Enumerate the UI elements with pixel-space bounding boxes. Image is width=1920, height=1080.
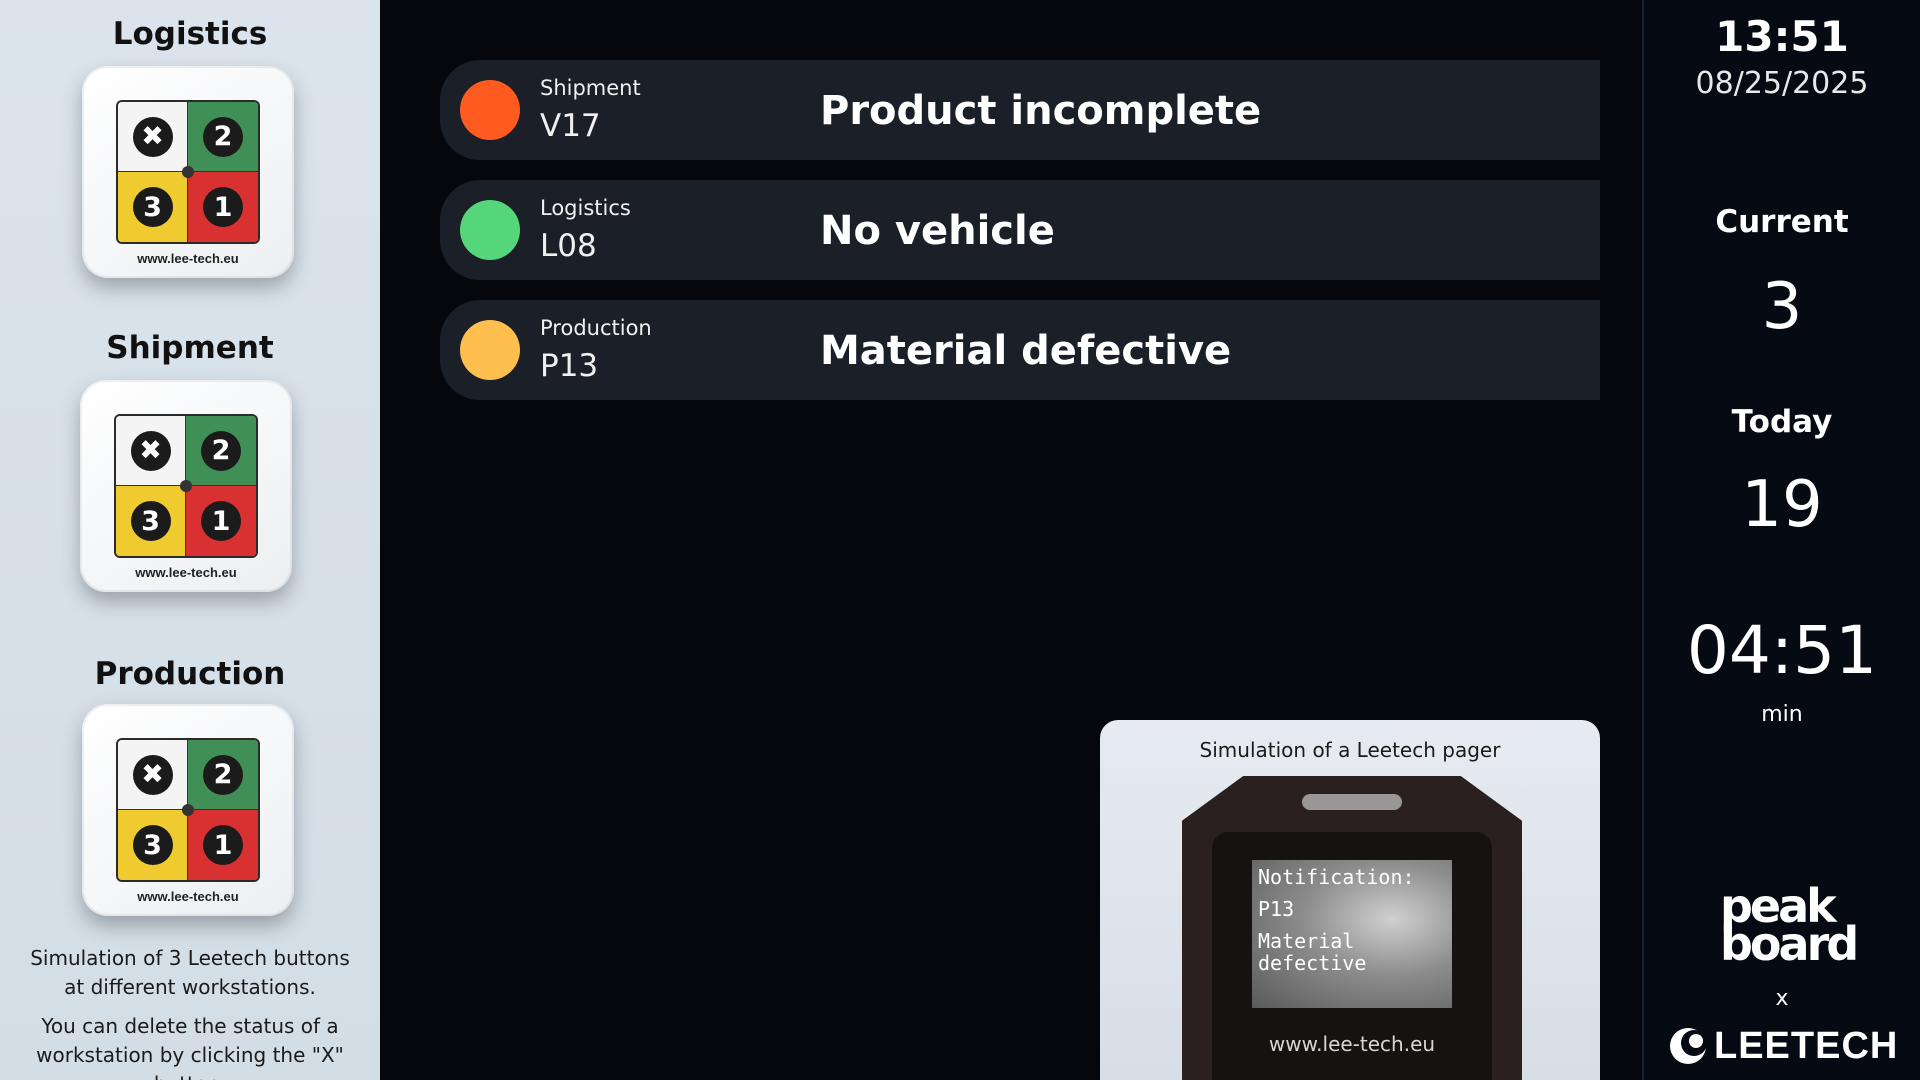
workstation-panel: Logistics ✖ 2 3 1 www.lee-tech.eu Shipme… xyxy=(0,0,380,1080)
station-title-logistics: Logistics xyxy=(112,16,268,52)
row-message: Product incomplete xyxy=(820,88,1262,134)
pager-screen-code: P13 xyxy=(1258,897,1295,921)
pager-url: www.lee-tech.eu xyxy=(1268,1032,1436,1056)
pager-screen: Notification: P13 Material defective xyxy=(1252,860,1452,1008)
button-2[interactable]: 2 xyxy=(186,416,256,486)
peakboard-logo: peak board xyxy=(1720,883,1859,971)
button-3[interactable]: 3 xyxy=(118,172,188,242)
device-url: www.lee-tech.eu xyxy=(137,251,239,266)
pager-simulation-card: Simulation of a Leetech pager Notificati… xyxy=(1100,720,1600,1080)
leetech-logo: LEETECH xyxy=(1668,1024,1908,1068)
dashboard: Logistics ✖ 2 3 1 www.lee-tech.eu Shipme… xyxy=(0,0,1920,1080)
button-3[interactable]: 3 xyxy=(116,486,186,556)
button-2[interactable]: 2 xyxy=(188,740,258,810)
button-2-label: 2 xyxy=(201,430,241,471)
device-url: www.lee-tech.eu xyxy=(135,565,237,580)
status-row[interactable]: Logistics L08 No vehicle xyxy=(440,180,1600,280)
pager-screen-message: Material defective xyxy=(1258,929,1367,975)
row-station: Production xyxy=(540,316,652,340)
row-message: Material defective xyxy=(820,328,1232,374)
simulation-note: Simulation of 3 Leetech buttons at diffe… xyxy=(30,946,350,999)
pager-screen-title: Notification: xyxy=(1258,865,1415,889)
station-title-production: Production xyxy=(94,656,286,692)
close-icon: ✖ xyxy=(132,116,173,157)
button-3-label: 3 xyxy=(130,501,171,541)
row-code: P13 xyxy=(540,348,599,384)
status-row[interactable]: Production P13 Material defective xyxy=(440,300,1600,400)
clear-button[interactable]: ✖ xyxy=(116,416,186,486)
button-3-label: 3 xyxy=(132,187,173,227)
status-dot xyxy=(460,320,520,380)
stats-sidebar: 13:51 08/25/2025 Current 3 Today 19 04:5… xyxy=(1642,0,1920,1080)
today-label: Today xyxy=(1731,404,1833,440)
clear-button[interactable]: ✖ xyxy=(118,102,188,172)
current-label: Current xyxy=(1715,204,1849,240)
pager-device: Notification: P13 Material defective www… xyxy=(1182,776,1522,1080)
brand-separator: x xyxy=(1775,986,1789,1011)
clear-button[interactable]: ✖ xyxy=(118,740,188,810)
button-1[interactable]: 1 xyxy=(188,172,258,242)
button-1-label: 1 xyxy=(203,187,243,227)
status-board: Shipment V17 Product incomplete Logistic… xyxy=(380,0,1640,1080)
clock-time: 13:51 xyxy=(1715,12,1849,61)
button-1[interactable]: 1 xyxy=(186,486,256,556)
center-dot xyxy=(182,166,194,178)
button-1-label: 1 xyxy=(201,501,241,541)
status-dot xyxy=(460,200,520,260)
row-code: L08 xyxy=(540,228,597,264)
row-code: V17 xyxy=(540,108,601,144)
close-icon: ✖ xyxy=(130,430,171,471)
today-count: 19 xyxy=(1741,468,1823,542)
button-3[interactable]: 3 xyxy=(118,810,188,880)
button-3-label: 3 xyxy=(132,825,173,865)
leetech-button-production[interactable]: ✖ 2 3 1 www.lee-tech.eu xyxy=(82,704,294,916)
row-message: No vehicle xyxy=(820,208,1055,254)
leetech-wordmark: LEETECH xyxy=(1714,1024,1899,1067)
status-dot xyxy=(460,80,520,140)
leetech-button-shipment[interactable]: ✖ 2 3 1 www.lee-tech.eu xyxy=(80,380,292,592)
close-icon: ✖ xyxy=(132,754,173,795)
current-count: 3 xyxy=(1761,270,1803,344)
pager-face: Notification: P13 Material defective www… xyxy=(1212,832,1492,1080)
device-url: www.lee-tech.eu xyxy=(137,889,239,904)
button-2-label: 2 xyxy=(203,116,243,157)
leetech-swirl-icon xyxy=(1670,1028,1707,1064)
station-title-shipment: Shipment xyxy=(106,330,274,366)
pager-clip xyxy=(1302,794,1402,810)
clock-date: 08/25/2025 xyxy=(1695,66,1869,101)
duration-unit: min xyxy=(1761,702,1803,727)
status-row[interactable]: Shipment V17 Product incomplete xyxy=(440,60,1600,160)
peakboard-logo-line2: board xyxy=(1720,917,1859,971)
button-1-label: 1 xyxy=(203,825,243,865)
button-2-label: 2 xyxy=(203,754,243,795)
row-station: Shipment xyxy=(540,76,641,100)
row-station: Logistics xyxy=(540,196,631,220)
leetech-button-logistics[interactable]: ✖ 2 3 1 www.lee-tech.eu xyxy=(82,66,294,278)
center-dot xyxy=(182,804,194,816)
button-1[interactable]: 1 xyxy=(188,810,258,880)
duration-value: 04:51 xyxy=(1686,612,1878,689)
center-dot xyxy=(180,480,192,492)
delete-hint: You can delete the status of a workstati… xyxy=(36,1014,344,1080)
button-2[interactable]: 2 xyxy=(188,102,258,172)
pager-caption: Simulation of a Leetech pager xyxy=(1199,738,1501,762)
